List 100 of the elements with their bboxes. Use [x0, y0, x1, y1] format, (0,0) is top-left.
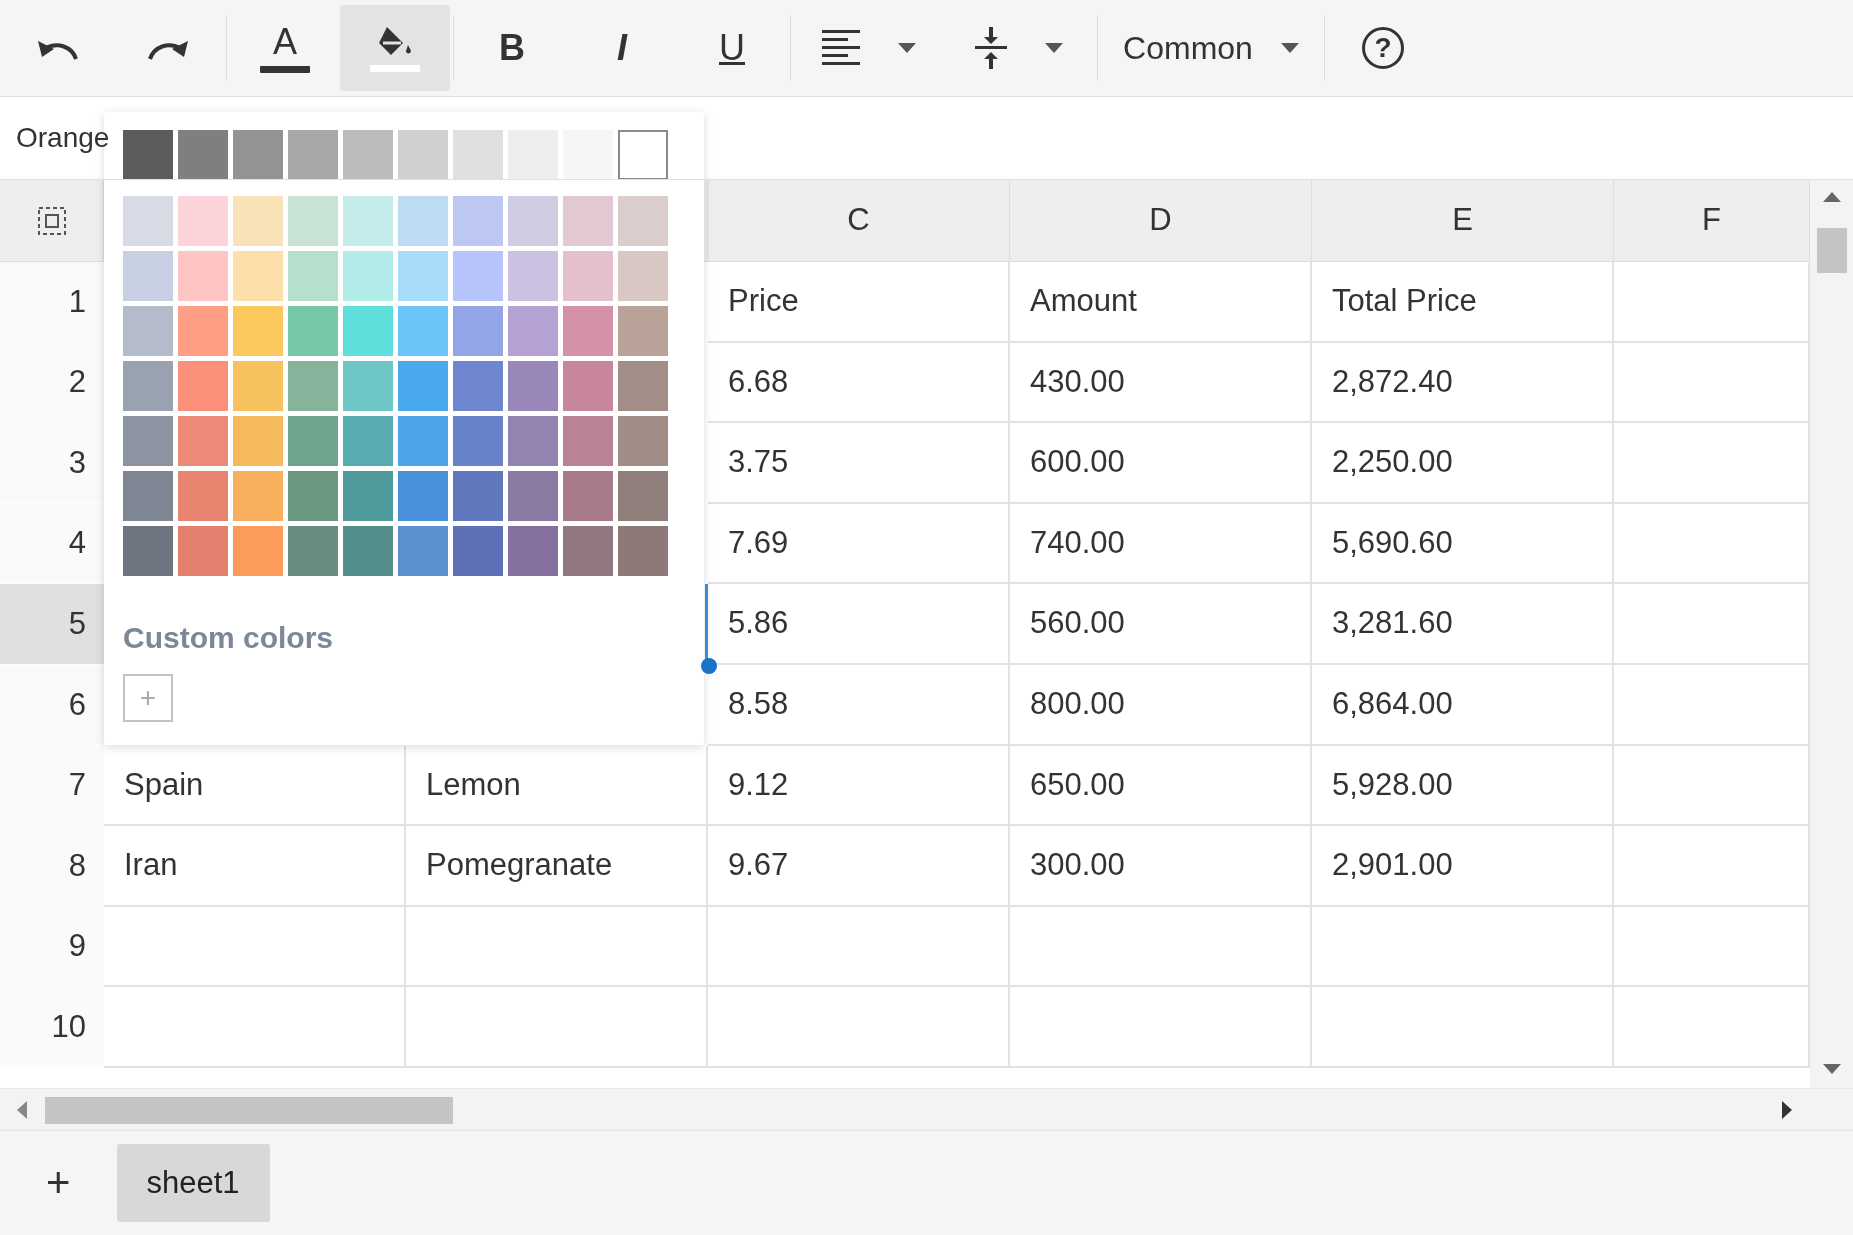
- color-swatch[interactable]: [618, 526, 668, 576]
- color-swatch[interactable]: [233, 196, 283, 246]
- format-dropdown[interactable]: Common: [1101, 5, 1321, 91]
- help-button[interactable]: ?: [1328, 5, 1438, 91]
- color-swatch[interactable]: [398, 196, 448, 246]
- color-swatch[interactable]: [508, 471, 558, 521]
- color-swatch[interactable]: [453, 526, 503, 576]
- sheet-tab[interactable]: sheet1: [116, 1144, 270, 1222]
- row-header[interactable]: 10: [0, 987, 104, 1068]
- color-swatch[interactable]: [343, 251, 393, 301]
- color-swatch[interactable]: [508, 306, 558, 356]
- row-header[interactable]: 9: [0, 906, 104, 988]
- color-swatch[interactable]: [618, 361, 668, 411]
- color-swatch[interactable]: [453, 130, 503, 180]
- scrollbar-thumb[interactable]: [1817, 228, 1847, 273]
- vertical-scrollbar[interactable]: [1810, 180, 1853, 1088]
- color-swatch[interactable]: [123, 361, 173, 411]
- color-swatch[interactable]: [508, 251, 558, 301]
- color-swatch[interactable]: [508, 130, 558, 180]
- color-swatch[interactable]: [453, 361, 503, 411]
- scroll-down-icon[interactable]: [1823, 1064, 1841, 1074]
- color-swatch[interactable]: [563, 471, 613, 521]
- color-swatch[interactable]: [178, 471, 228, 521]
- color-swatch[interactable]: [123, 251, 173, 301]
- color-swatch[interactable]: [398, 416, 448, 466]
- color-swatch[interactable]: [178, 526, 228, 576]
- color-swatch[interactable]: [233, 306, 283, 356]
- color-swatch[interactable]: [398, 361, 448, 411]
- add-sheet-button[interactable]: +: [40, 1162, 77, 1204]
- color-swatch[interactable]: [233, 471, 283, 521]
- color-swatch[interactable]: [453, 251, 503, 301]
- color-swatch[interactable]: [178, 306, 228, 356]
- row-header[interactable]: 6: [0, 664, 104, 746]
- select-all-icon[interactable]: [37, 206, 66, 235]
- color-swatch[interactable]: [398, 130, 448, 180]
- color-swatch[interactable]: [233, 361, 283, 411]
- color-swatch[interactable]: [233, 526, 283, 576]
- color-swatch[interactable]: [123, 471, 173, 521]
- row-header[interactable]: 7: [0, 745, 104, 827]
- color-swatch[interactable]: [343, 526, 393, 576]
- text-color-button[interactable]: A: [230, 5, 340, 91]
- color-swatch[interactable]: [288, 196, 338, 246]
- fill-color-button[interactable]: [340, 5, 450, 91]
- color-swatch[interactable]: [508, 361, 558, 411]
- color-swatch[interactable]: [343, 196, 393, 246]
- color-swatch[interactable]: [343, 306, 393, 356]
- color-swatch[interactable]: [178, 416, 228, 466]
- column-header[interactable]: F: [1614, 180, 1810, 262]
- color-swatch[interactable]: [343, 416, 393, 466]
- color-swatch[interactable]: [178, 251, 228, 301]
- horizontal-scrollbar[interactable]: [0, 1088, 1853, 1130]
- color-swatch[interactable]: [453, 471, 503, 521]
- color-swatch[interactable]: [563, 416, 613, 466]
- color-swatch[interactable]: [563, 251, 613, 301]
- color-swatch[interactable]: [288, 130, 338, 180]
- color-swatch[interactable]: [618, 130, 668, 180]
- color-swatch[interactable]: [178, 130, 228, 180]
- color-swatch[interactable]: [123, 526, 173, 576]
- color-swatch[interactable]: [618, 196, 668, 246]
- column-header[interactable]: D: [1010, 180, 1312, 262]
- color-swatch[interactable]: [123, 416, 173, 466]
- row-header[interactable]: 8: [0, 826, 104, 907]
- row-header[interactable]: 1: [0, 262, 104, 343]
- color-swatch[interactable]: [508, 526, 558, 576]
- color-swatch[interactable]: [233, 416, 283, 466]
- color-swatch[interactable]: [453, 416, 503, 466]
- color-swatch[interactable]: [123, 196, 173, 246]
- color-swatch[interactable]: [288, 416, 338, 466]
- color-swatch[interactable]: [563, 361, 613, 411]
- scroll-right-icon[interactable]: [1782, 1101, 1792, 1119]
- color-swatch[interactable]: [123, 130, 173, 180]
- color-swatch[interactable]: [123, 306, 173, 356]
- color-swatch[interactable]: [288, 361, 338, 411]
- color-swatch[interactable]: [398, 471, 448, 521]
- italic-button[interactable]: I: [567, 5, 677, 91]
- color-swatch[interactable]: [288, 526, 338, 576]
- column-header[interactable]: C: [708, 180, 1010, 262]
- scrollbar-thumb[interactable]: [45, 1097, 453, 1124]
- color-swatch[interactable]: [618, 416, 668, 466]
- color-swatch[interactable]: [233, 251, 283, 301]
- scroll-up-icon[interactable]: [1823, 192, 1841, 202]
- color-swatch[interactable]: [288, 251, 338, 301]
- color-swatch[interactable]: [563, 130, 613, 180]
- color-swatch[interactable]: [618, 251, 668, 301]
- row-header[interactable]: 2: [0, 342, 104, 424]
- color-swatch[interactable]: [343, 130, 393, 180]
- color-swatch[interactable]: [563, 526, 613, 576]
- bold-button[interactable]: B: [457, 5, 567, 91]
- color-swatch[interactable]: [398, 306, 448, 356]
- color-swatch[interactable]: [453, 306, 503, 356]
- row-header[interactable]: 4: [0, 503, 104, 585]
- color-swatch[interactable]: [288, 306, 338, 356]
- underline-button[interactable]: U: [677, 5, 787, 91]
- color-swatch[interactable]: [233, 130, 283, 180]
- column-header[interactable]: E: [1312, 180, 1614, 262]
- scroll-left-icon[interactable]: [17, 1101, 27, 1119]
- color-swatch[interactable]: [398, 526, 448, 576]
- color-swatch[interactable]: [178, 361, 228, 411]
- color-swatch[interactable]: [563, 196, 613, 246]
- color-swatch[interactable]: [508, 416, 558, 466]
